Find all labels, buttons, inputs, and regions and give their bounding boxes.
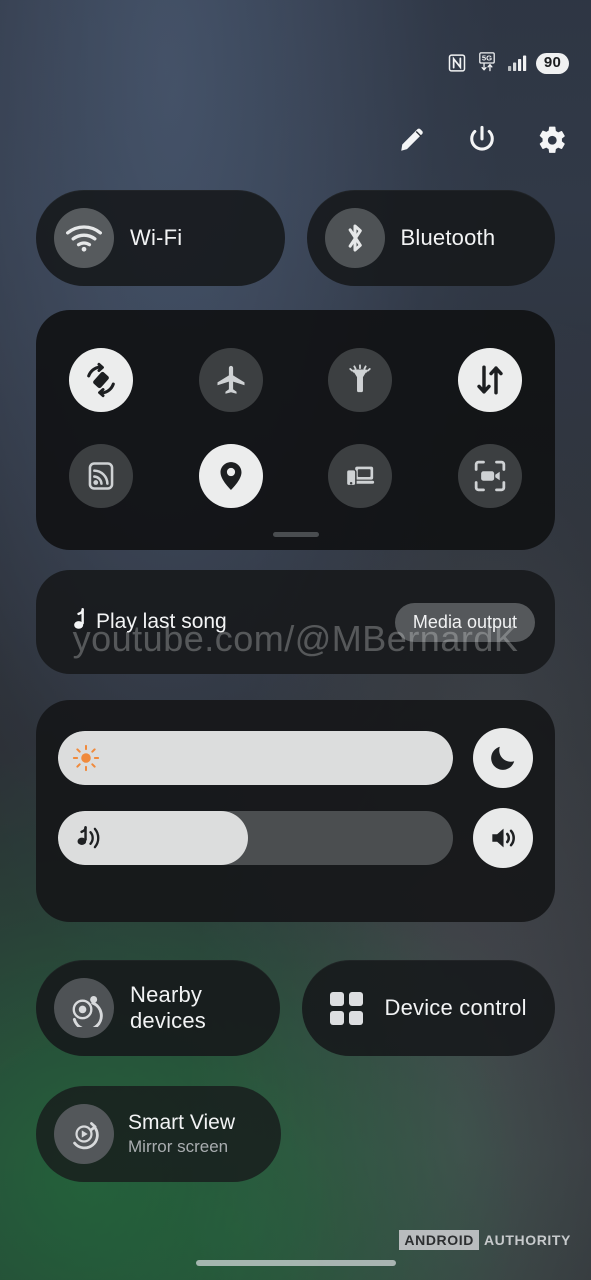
nearby-devices-icon — [54, 978, 114, 1038]
hotspot-icon — [88, 462, 114, 490]
wifi-tile-label: Wi-Fi — [130, 225, 183, 250]
media-card-left: Play last song — [66, 607, 227, 637]
bluetooth-icon — [324, 208, 385, 268]
signal-bars-icon — [507, 54, 527, 72]
smart-view-title: Smart View — [128, 1111, 235, 1134]
flashlight-tile[interactable] — [328, 348, 393, 412]
flashlight-icon — [349, 364, 372, 393]
mobile-data-icon — [477, 365, 503, 395]
screen-recorder-icon — [474, 460, 506, 492]
quick-tile-row-2 — [36, 428, 555, 524]
screen-recorder-tile[interactable] — [458, 444, 523, 508]
edit-button[interactable] — [393, 121, 431, 159]
dot-grid-icon — [329, 991, 363, 1025]
volume-slider[interactable] — [58, 811, 453, 865]
location-pin-icon — [220, 462, 242, 490]
status-bar: 5G 90 — [447, 52, 569, 74]
smart-view-text: Smart View Mirror screen — [128, 1111, 235, 1157]
smart-view-tile[interactable]: Smart View Mirror screen — [36, 1086, 281, 1182]
hotspot-tile[interactable] — [68, 444, 133, 508]
network-5g-icon: 5G — [476, 52, 498, 74]
bluetooth-tile[interactable]: Bluetooth — [306, 190, 555, 286]
media-title: Play last song — [96, 610, 227, 633]
multi-device-icon — [346, 466, 375, 487]
sound-mode-button[interactable] — [473, 808, 533, 868]
smart-view-row: Smart View Mirror screen — [36, 1086, 555, 1182]
speaker-icon — [492, 828, 515, 848]
device-control-label: Device control — [384, 995, 527, 1020]
sun-icon — [72, 744, 100, 772]
music-note-icon — [66, 607, 86, 637]
nearby-devices-label: Nearby devices — [130, 982, 206, 1033]
bottom-tile-row: Nearby devices Device control — [36, 960, 555, 1056]
location-tile[interactable] — [198, 444, 263, 508]
moon-icon — [491, 746, 515, 770]
sliders-panel — [36, 700, 555, 922]
wifi-tile[interactable]: Wi-Fi — [36, 190, 285, 286]
bluetooth-tile-label: Bluetooth — [400, 225, 496, 250]
mobile-data-tile[interactable] — [458, 348, 523, 412]
brightness-row — [58, 728, 533, 788]
device-control-tile[interactable]: Device control — [301, 960, 555, 1056]
media-card[interactable]: Play last song Media output — [36, 570, 555, 674]
auto-rotate-tile[interactable] — [68, 348, 133, 412]
connectivity-toggles: Wi-Fi Bluetooth — [36, 190, 555, 286]
navigation-gesture-bar[interactable] — [195, 1260, 396, 1266]
nearby-devices-tile[interactable]: Nearby devices — [36, 960, 280, 1056]
auto-rotate-icon — [87, 362, 115, 398]
power-button[interactable] — [463, 121, 501, 159]
wifi-icon — [54, 208, 114, 268]
quick-settings-grid — [36, 310, 555, 550]
brightness-slider[interactable] — [58, 731, 453, 785]
media-output-button[interactable]: Media output — [394, 602, 535, 642]
smart-view-icon — [54, 1104, 114, 1164]
nfc-icon — [447, 53, 467, 73]
link-to-windows-tile[interactable] — [328, 444, 393, 508]
airplane-mode-tile[interactable] — [198, 348, 263, 412]
dark-mode-button[interactable] — [473, 728, 533, 788]
quick-tile-row-1 — [36, 332, 555, 428]
battery-indicator: 90 — [535, 52, 569, 74]
airplane-icon — [217, 365, 245, 394]
volume-row — [58, 808, 533, 868]
music-volume-icon — [72, 823, 104, 853]
page-indicator[interactable] — [272, 532, 319, 537]
header-action-bar — [393, 121, 571, 159]
svg-text:5G: 5G — [482, 54, 492, 63]
brightness-slider-fill — [58, 731, 453, 785]
settings-button[interactable] — [533, 121, 571, 159]
smart-view-subtitle: Mirror screen — [128, 1137, 229, 1156]
